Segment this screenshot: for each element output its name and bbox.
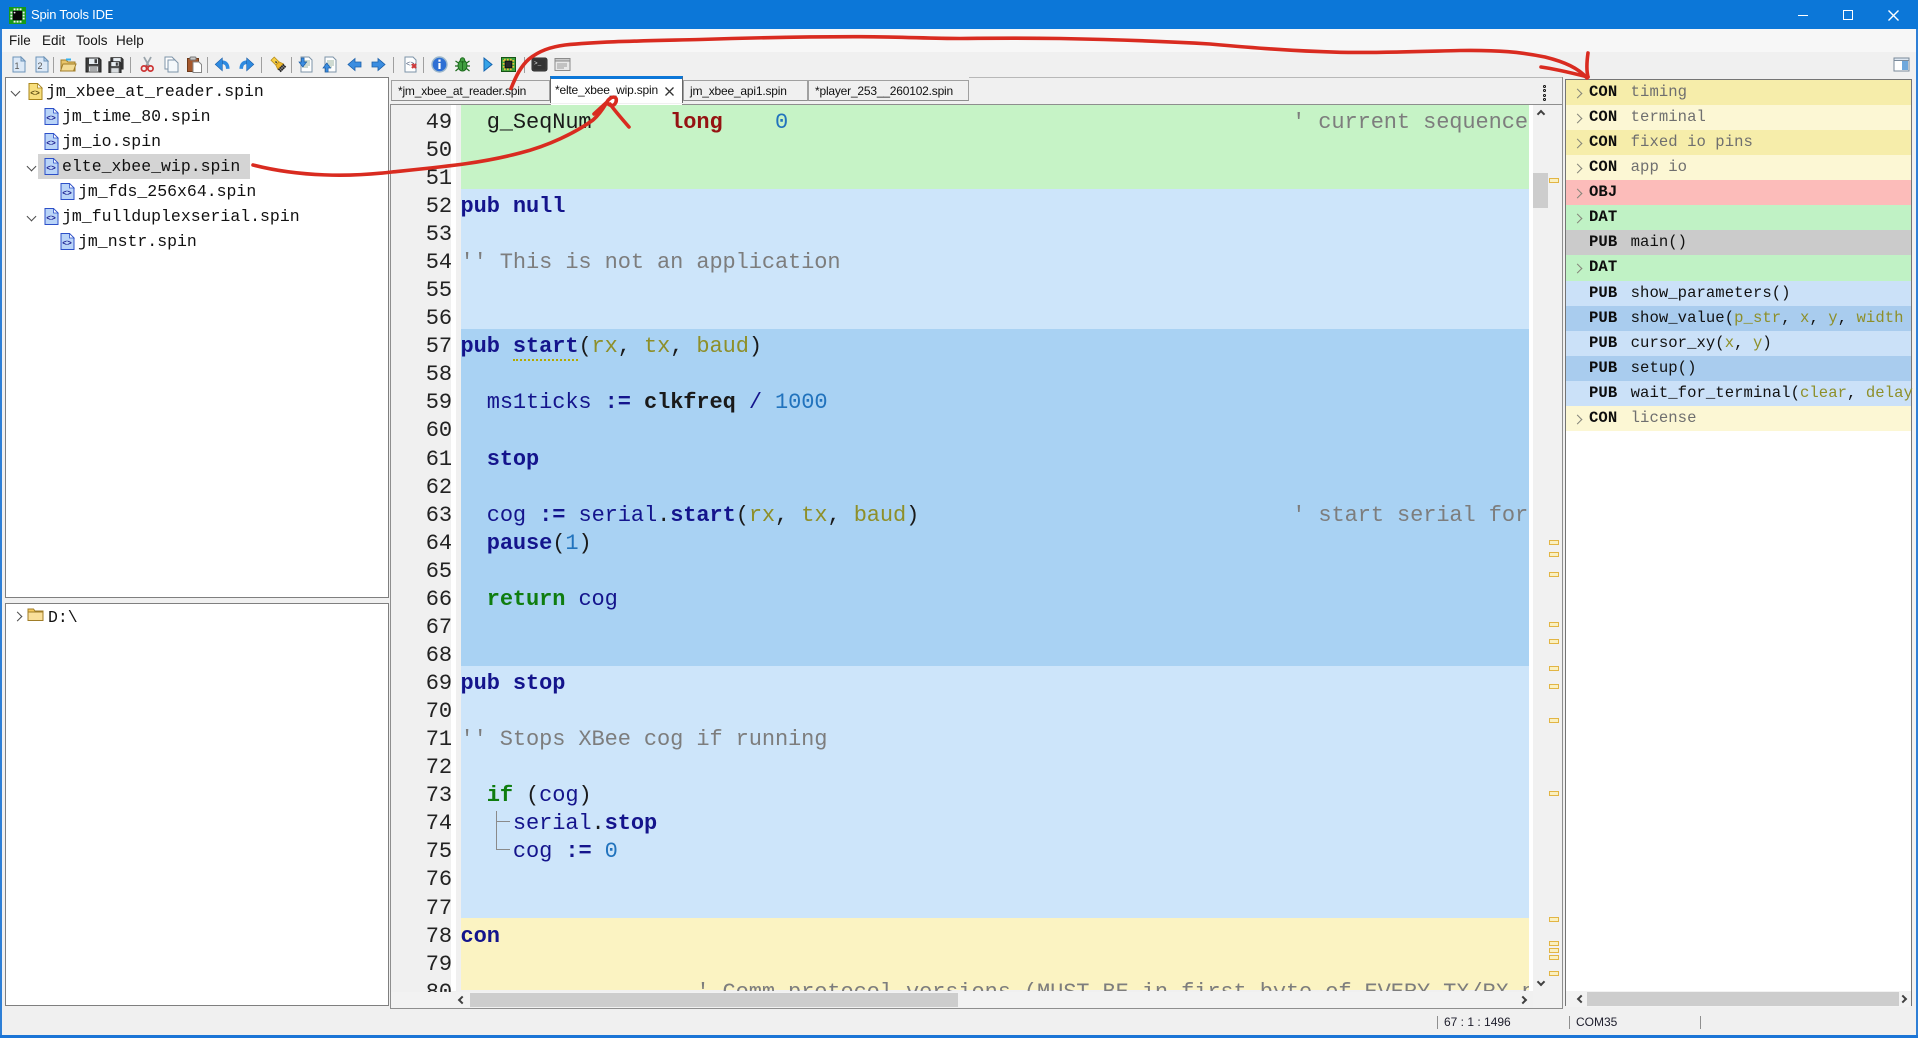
svg-text:<>: <> bbox=[30, 90, 40, 99]
svg-text:<>: <> bbox=[46, 115, 56, 124]
svg-text:1: 1 bbox=[14, 61, 19, 71]
svg-text:<>: <> bbox=[46, 140, 56, 149]
svg-text:2: 2 bbox=[37, 61, 42, 71]
svg-text:<>: <> bbox=[46, 215, 56, 224]
svg-text:>_: >_ bbox=[534, 60, 542, 67]
svg-text:<>: <> bbox=[62, 190, 72, 199]
svg-text:<>: <> bbox=[62, 240, 72, 249]
svg-text:<>: <> bbox=[46, 165, 56, 174]
